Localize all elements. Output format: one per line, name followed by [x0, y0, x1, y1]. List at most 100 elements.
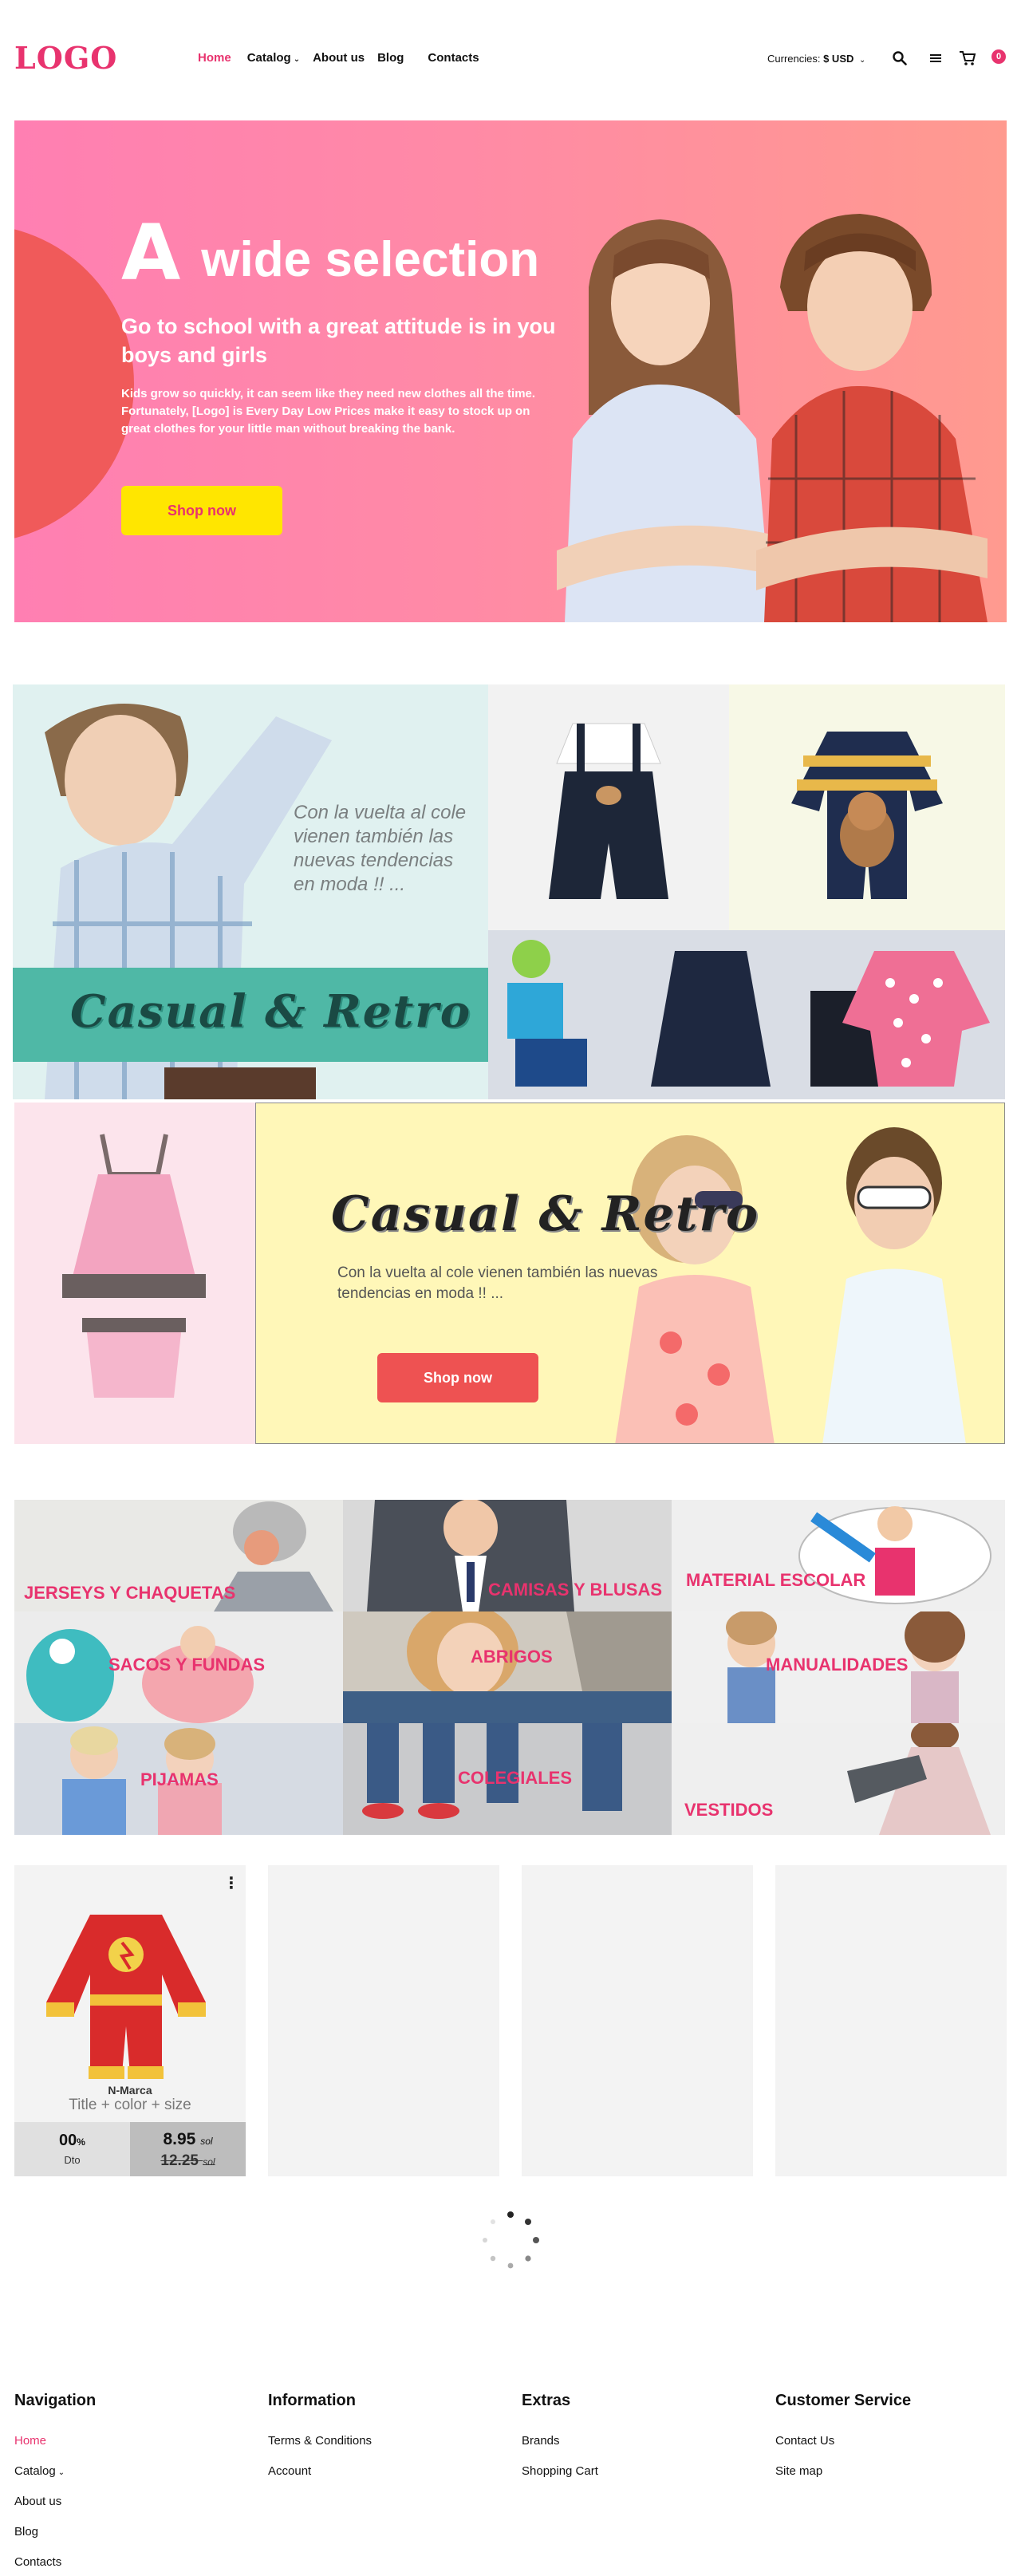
hero-title-rest: wide selection: [201, 232, 540, 287]
product-tile-pink-dress[interactable]: [14, 1103, 255, 1444]
promo-casual-retro-panel[interactable]: Con la vuelta al cole vienen también las…: [13, 684, 488, 1099]
hero-kids-image: [557, 214, 987, 622]
footer-link-terms[interactable]: Terms & Conditions: [268, 2434, 372, 2448]
product-tile-overalls[interactable]: [488, 684, 729, 930]
currency-selector[interactable]: Currencies: $ USD ⌄: [767, 53, 865, 65]
menu-icon[interactable]: [927, 49, 944, 67]
category-material-escolar[interactable]: MATERIAL ESCOLAR: [672, 1500, 1005, 1611]
footer-customer-service: Customer Service Contact Us Site map: [775, 2392, 911, 2495]
hero-body-text: Kids grow so quickly, it can seem like t…: [121, 387, 536, 436]
currency-value: $ USD: [823, 53, 854, 65]
product-tile-assorted[interactable]: [488, 930, 1005, 1099]
category-label: COLEGIALES: [458, 1768, 573, 1788]
hero-title-letter: A: [121, 208, 181, 298]
search-icon[interactable]: [891, 49, 909, 67]
overalls-image: [549, 723, 668, 899]
old-price-number: 12.25: [160, 2152, 199, 2169]
hero-subtitle: Go to school with a great attitude is in…: [121, 314, 556, 367]
product-card-placeholder: [522, 1865, 753, 2176]
footer-extras: Extras Brands Shopping Cart: [522, 2392, 598, 2495]
logo[interactable]: LOGO: [14, 40, 117, 76]
footer-link-contacts[interactable]: Contacts: [14, 2555, 96, 2569]
product-card-placeholder: [268, 1865, 499, 2176]
currency-label: Currencies:: [767, 53, 821, 65]
cart-icon[interactable]: [959, 49, 976, 67]
discount-label: Dto: [64, 2154, 81, 2166]
nav-about-us[interactable]: About us: [313, 51, 365, 65]
footer-heading: Navigation: [14, 2392, 97, 2409]
discount-value: 00%: [14, 2132, 130, 2150]
site-header: LOGO Home Catalog ⌄ About us Blog Contact…: [0, 0, 1021, 120]
discount-box: 00% Dto: [14, 2122, 130, 2176]
footer-link-blog[interactable]: Blog: [14, 2525, 96, 2539]
footer-information: Information Terms & Conditions Account: [268, 2392, 372, 2495]
category-vestidos[interactable]: VESTIDOS: [672, 1723, 1005, 1835]
bear-romper-image: [791, 732, 943, 899]
category-abrigos[interactable]: ABRIGOS: [343, 1611, 672, 1723]
footer-heading: Customer Service: [775, 2392, 912, 2409]
category-label: MANUALIDADES: [766, 1655, 909, 1675]
footer-link-catalog-label: Catalog: [14, 2464, 56, 2478]
product-image: [46, 1915, 206, 2079]
price-box: 8.95 sol 12.25 sol: [130, 2122, 246, 2176]
category-label: JERSEYS Y CHAQUETAS: [24, 1583, 236, 1603]
category-manualidades[interactable]: MANUALIDADES: [672, 1611, 1005, 1723]
material-escolar-image: [798, 1506, 991, 1604]
footer-link-home[interactable]: Home: [14, 2434, 96, 2448]
category-label: MATERIAL ESCOLAR: [686, 1570, 866, 1590]
category-pijamas[interactable]: PIJAMAS: [14, 1723, 343, 1835]
pink-dress-image: [62, 1134, 206, 1398]
nav-blog[interactable]: Blog: [377, 51, 404, 65]
product-brand: N-Marca: [108, 2084, 152, 2097]
current-price: 8.95 sol: [130, 2130, 246, 2149]
nav-home[interactable]: Home: [198, 51, 231, 65]
price-number: 8.95: [163, 2130, 196, 2148]
more-options-icon[interactable]: ⋮: [223, 1873, 239, 1893]
footer-heading: Information: [268, 2392, 356, 2409]
promo-band: Casual & Retro: [13, 968, 488, 1062]
footer-link-about-us[interactable]: About us: [14, 2495, 96, 2508]
vestidos-image: [847, 1723, 991, 1835]
footer-navigation: Navigation Home Catalog ⌄ About us Blog C…: [14, 2392, 96, 2576]
casual-retro-banner: Casual & Retro Con la vuelta al cole vie…: [255, 1103, 1005, 1444]
category-label: CAMISAS Y BLUSAS: [488, 1580, 663, 1600]
product-tile-bear-romper[interactable]: [729, 684, 1005, 930]
footer-link-contact-us[interactable]: Contact Us: [775, 2434, 911, 2448]
category-jerseys[interactable]: JERSEYS Y CHAQUETAS: [14, 1500, 343, 1611]
footer-link-shopping-cart[interactable]: Shopping Cart: [522, 2464, 598, 2478]
product-card-placeholder: [775, 1865, 1007, 2176]
footer-link-site-map[interactable]: Site map: [775, 2464, 911, 2478]
chevron-down-icon: ⌄: [859, 56, 866, 65]
hero-decor-circle: [14, 224, 134, 543]
footer-link-catalog[interactable]: Catalog ⌄: [14, 2464, 96, 2478]
abrigos-image: [343, 1611, 672, 1723]
footer-link-account[interactable]: Account: [268, 2464, 372, 2478]
price-unit: sol: [200, 2136, 213, 2147]
banner2-shop-now-button[interactable]: Shop now: [377, 1353, 538, 1402]
discount-number: 00: [59, 2132, 77, 2149]
old-price-unit: sol: [203, 2156, 215, 2168]
banner2-script-title: Casual & Retro: [331, 1186, 760, 1242]
main-nav: Home Catalog ⌄ About us Blog Contacts: [198, 51, 479, 65]
category-label: PIJAMAS: [140, 1769, 219, 1789]
nav-catalog[interactable]: Catalog ⌄: [247, 51, 300, 65]
product-title[interactable]: Title + color + size: [14, 2097, 246, 2114]
hero-shop-now-button[interactable]: Shop now: [121, 486, 282, 535]
discount-unit: %: [77, 2136, 85, 2148]
chevron-down-icon: ⌄: [57, 2468, 65, 2477]
category-sacos[interactable]: SACOS Y FUNDAS: [14, 1611, 343, 1723]
old-price: 12.25 sol: [130, 2152, 246, 2170]
nav-contacts[interactable]: Contacts: [428, 51, 479, 65]
page: LOGO Home Catalog ⌄ About us Blog Contact…: [0, 0, 1021, 2576]
category-colegiales[interactable]: COLEGIALES: [343, 1723, 672, 1835]
banner2-text: Con la vuelta al cole vienen también las…: [337, 1264, 658, 1302]
footer-link-brands[interactable]: Brands: [522, 2434, 598, 2448]
promo-quote-text: Con la vuelta al cole vienen también las…: [294, 802, 467, 895]
hero-title: Awide selection: [121, 208, 539, 298]
product-card[interactable]: ⋮ N-Marca Title + color + size 00% Dto 8…: [14, 1865, 246, 2176]
nav-catalog-label: Catalog: [246, 51, 291, 65]
category-label: ABRIGOS: [471, 1647, 553, 1667]
category-camisas[interactable]: CAMISAS Y BLUSAS: [343, 1500, 672, 1611]
footer-heading: Extras: [522, 2392, 571, 2409]
category-label: VESTIDOS: [684, 1800, 774, 1820]
